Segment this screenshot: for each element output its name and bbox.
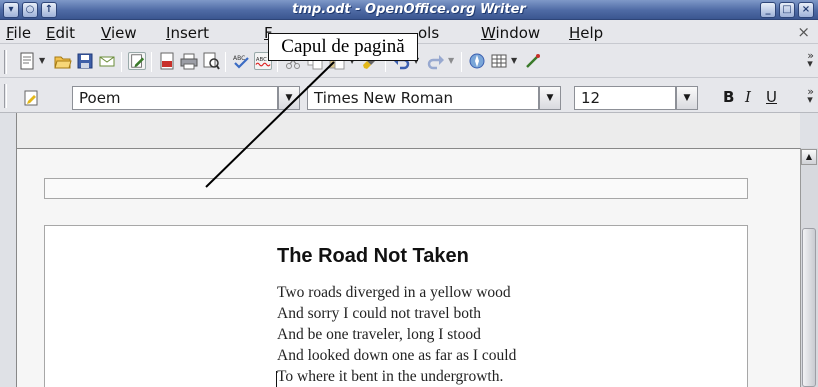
window-title: tmp.odt - OpenOffice.org Writer (292, 2, 526, 17)
svg-text:ABC: ABC (256, 57, 267, 63)
save-icon[interactable] (76, 52, 94, 70)
print-icon[interactable] (180, 52, 198, 70)
font-size-value: 12 (581, 89, 601, 107)
page-header-area[interactable] (44, 178, 748, 199)
paragraph-style-value: Poem (79, 89, 121, 107)
underline-button[interactable]: U (766, 88, 777, 106)
maximize-icon: □ (782, 4, 792, 15)
italic-button[interactable]: I (745, 88, 751, 106)
chevron-down-icon: ▼ (285, 93, 293, 103)
open-folder-icon[interactable] (54, 52, 72, 70)
maximize-button[interactable]: □ (779, 2, 795, 18)
chevron-down-icon: ▼ (683, 93, 691, 103)
scroll-up-button[interactable]: ▲ (801, 149, 817, 165)
font-name-combo[interactable]: Times New Roman (307, 86, 539, 110)
toolbar-separator (151, 52, 152, 72)
document-icon[interactable] (18, 52, 36, 70)
menu-window[interactable]: Window (481, 24, 540, 42)
toolbar-grip[interactable] (4, 84, 7, 108)
toolbar-separator (225, 52, 226, 72)
navigator-icon[interactable] (468, 52, 486, 70)
close-document-button[interactable]: × (797, 23, 810, 41)
email-icon[interactable] (98, 52, 116, 70)
toolbar-more-button[interactable]: » ▾ (807, 86, 814, 105)
chevron-down-icon[interactable]: ▼ (39, 56, 45, 65)
close-icon: × (801, 4, 811, 15)
toolbar-separator (121, 52, 122, 72)
scrollbar-thumb[interactable] (802, 228, 816, 387)
bold-button[interactable]: B (723, 88, 734, 106)
chevron-down-icon[interactable]: ▼ (448, 56, 454, 65)
font-name-value: Times New Roman (314, 89, 454, 107)
poem-line: And looked down one as far as I could (277, 347, 517, 364)
table-icon[interactable] (490, 52, 508, 70)
toolbar-grip[interactable] (4, 50, 7, 74)
menu-edit[interactable]: Edit (46, 24, 75, 42)
paragraph-style-dropdown[interactable]: ▼ (278, 86, 300, 110)
chevron-down-icon: ▼ (546, 93, 554, 103)
formatting-toolbar: Poem ▼ Times New Roman ▼ 12 ▼ B I U » ▾ (0, 78, 818, 113)
draw-functions-icon[interactable] (524, 52, 542, 70)
text-cursor (276, 371, 277, 387)
poem-line: And sorry I could not travel both (277, 305, 482, 322)
menu-insert[interactable]: Insert (166, 24, 209, 42)
edit-mode-icon[interactable] (128, 52, 146, 70)
styles-formatting-icon[interactable] (22, 89, 40, 107)
minimize-button[interactable]: _ (760, 2, 776, 18)
arrow-up-icon: ▲ (805, 152, 813, 161)
toolbar-more-button[interactable]: » ▾ (807, 50, 814, 69)
annotation-callout: Capul de pagină (268, 33, 418, 61)
svg-text:ABC: ABC (233, 55, 245, 62)
font-size-combo[interactable]: 12 (574, 86, 676, 110)
title-bar[interactable]: ▾ ○ ↑ tmp.odt - OpenOffice.org Writer _ … (0, 0, 818, 20)
close-window-button[interactable]: × (798, 2, 814, 18)
chevron-down-icon[interactable]: ▼ (511, 56, 517, 65)
font-name-dropdown[interactable]: ▼ (539, 86, 561, 110)
font-size-dropdown[interactable]: ▼ (676, 86, 698, 110)
toolbar-separator (461, 52, 462, 72)
paragraph-style-combo[interactable]: Poem (72, 86, 278, 110)
menu-file[interactable]: File (6, 24, 31, 42)
poem-line: Two roads diverged in a yellow wood (277, 284, 511, 301)
poem-line: And be one traveler, long I stood (277, 326, 481, 343)
poem-line: To where it bent in the undergrowth. (277, 368, 504, 385)
ruler-area (16, 113, 800, 149)
poem-title: The Road Not Taken (277, 245, 469, 267)
page-preview-icon[interactable] (202, 52, 220, 70)
spellcheck-icon[interactable]: ABC (232, 52, 250, 70)
menu-view[interactable]: View (101, 24, 137, 42)
menu-tools[interactable]: ols (418, 24, 439, 42)
minimize-icon: _ (765, 4, 771, 15)
export-pdf-icon[interactable] (158, 52, 176, 70)
redo-icon[interactable] (427, 52, 445, 70)
menu-help[interactable]: Help (569, 24, 603, 42)
